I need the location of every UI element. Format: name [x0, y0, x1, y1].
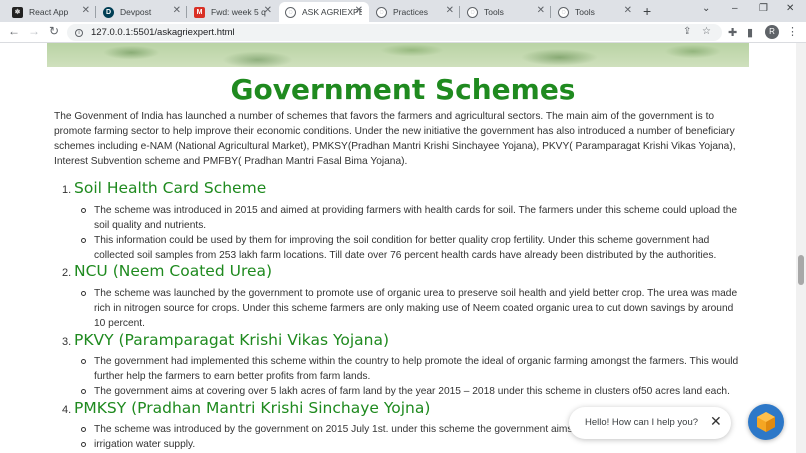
scheme-name: PMKSY (Pradhan Mantri Krishi Sinchaye Yo…	[74, 399, 431, 417]
close-icon[interactable]: ✕	[624, 5, 632, 16]
tab-react-app[interactable]: ⚛ React App ✕	[6, 2, 96, 22]
scheme-heading: 2. NCU (Neem Coated Urea)	[62, 262, 272, 280]
bookmark-star-icon[interactable]: ☆	[702, 26, 711, 37]
scheme-points: The government had implemented this sche…	[81, 354, 745, 399]
tab-divider	[459, 6, 460, 18]
scheme-points: The scheme was introduced in 2015 and ai…	[81, 203, 745, 263]
list-item: The scheme was launched by the governmen…	[81, 286, 745, 331]
close-icon[interactable]: ✕	[355, 5, 363, 16]
new-tab-plus-icon[interactable]: +	[643, 3, 651, 19]
tab-strip: ⚛ React App ✕ D Devpost ✕ M Fwd: week 5 …	[0, 0, 806, 22]
tab-askagriexpert[interactable]: ◌ ASK AGRIEXPE ✕	[279, 2, 369, 22]
browser-toolbar: ← → ↻ i 127.0.0.1:5501/askagriexpert.htm…	[0, 22, 806, 43]
scheme-number: 3.	[62, 336, 72, 348]
header-banner-image	[47, 43, 749, 67]
globe-icon: ◌	[558, 6, 569, 18]
address-url[interactable]: 127.0.0.1:5501/askagriexpert.html	[91, 27, 235, 38]
tab-devpost[interactable]: D Devpost ✕	[97, 2, 187, 22]
tab-tools-2[interactable]: ◌ Tools ✕	[552, 2, 638, 22]
tab-search-chevron-icon[interactable]: ⌄	[702, 3, 710, 14]
close-icon[interactable]: ✕	[446, 5, 454, 16]
scheme-name: NCU (Neem Coated Urea)	[74, 262, 273, 280]
tab-label: Practices	[393, 7, 428, 17]
intro-paragraph: The Govenment of India has launched a nu…	[54, 111, 736, 167]
site-info-icon[interactable]: i	[75, 28, 83, 37]
devpost-icon: D	[103, 6, 114, 18]
globe-icon: ◌	[285, 6, 296, 18]
menu-kebab-icon[interactable]: ⋮	[787, 25, 798, 38]
list-item: The scheme was introduced in 2015 and ai…	[81, 203, 745, 233]
page-scrollbar[interactable]	[796, 43, 806, 453]
tab-label: Devpost	[120, 7, 152, 17]
scheme-number: 4.	[62, 404, 72, 416]
scheme-name: PKVY (Paramparagat Krishi Vikas Yojana)	[74, 331, 390, 349]
scheme-name: Soil Health Card Scheme	[74, 179, 267, 197]
scheme-number: 2.	[62, 267, 72, 279]
close-icon[interactable]: ✕	[173, 5, 181, 16]
list-item: The government aims at covering over 5 l…	[81, 384, 745, 399]
close-icon[interactable]: ✕	[537, 5, 545, 16]
scrollbar-thumb[interactable]	[798, 255, 804, 285]
reload-icon[interactable]: ↻	[49, 24, 59, 38]
scheme-heading: 1. Soil Health Card Scheme	[62, 179, 266, 197]
tab-label: ASK AGRIEXPE	[302, 7, 362, 17]
scheme-heading: 4. PMKSY (Pradhan Mantri Krishi Sinchaye…	[62, 399, 430, 417]
share-icon[interactable]: ⇪	[683, 26, 691, 37]
scheme-heading: 3. PKVY (Paramparagat Krishi Vikas Yojan…	[62, 331, 389, 349]
scheme-number: 1.	[62, 184, 72, 196]
chat-launcher-button[interactable]	[748, 404, 784, 440]
tab-tools-1[interactable]: ◌ Tools ✕	[461, 2, 551, 22]
minimize-icon[interactable]: –	[732, 3, 738, 14]
tab-label: Fwd: week 5 q	[211, 7, 266, 17]
chat-greeting-bubble[interactable]: Hello! How can I help you? ✕	[569, 407, 731, 439]
globe-icon: ◌	[376, 6, 387, 18]
page-title: Government Schemes	[230, 73, 576, 106]
restore-icon[interactable]: ❐	[759, 3, 768, 14]
tab-label: React App	[29, 7, 69, 17]
list-item: The government had implemented this sche…	[81, 354, 745, 384]
list-item: This information could be used by them f…	[81, 233, 745, 263]
chat-greeting-text: Hello! How can I help you?	[585, 417, 699, 428]
gmail-icon: M	[194, 6, 205, 18]
tab-gmail[interactable]: M Fwd: week 5 q ✕	[188, 2, 278, 22]
close-icon[interactable]: ✕	[82, 5, 90, 16]
react-icon: ⚛	[12, 6, 23, 18]
tab-practices[interactable]: ◌ Practices ✕	[370, 2, 460, 22]
close-icon[interactable]: ✕	[710, 413, 722, 430]
scheme-points: The scheme was launched by the governmen…	[81, 286, 745, 331]
window-close-icon[interactable]: ✕	[786, 3, 794, 14]
profile-avatar[interactable]: R	[765, 25, 779, 39]
chatbot-cube-icon	[757, 412, 775, 432]
tab-divider	[550, 6, 551, 18]
globe-icon: ◌	[467, 6, 478, 18]
tab-divider	[186, 6, 187, 18]
tab-divider	[95, 6, 96, 18]
back-arrow-icon[interactable]: ←	[8, 24, 20, 38]
page-viewport: Government Schemes The Govenment of Indi…	[0, 43, 806, 453]
tab-label: Tools	[484, 7, 504, 17]
list-item: irrigation water supply.	[81, 437, 745, 452]
close-icon[interactable]: ✕	[264, 5, 272, 16]
extensions-puzzle-icon[interactable]: ✚	[728, 26, 737, 39]
forward-arrow-icon[interactable]: →	[28, 24, 40, 38]
side-panel-icon[interactable]: ▮	[747, 26, 753, 39]
address-bar[interactable]: i 127.0.0.1:5501/askagriexpert.html	[67, 24, 722, 41]
